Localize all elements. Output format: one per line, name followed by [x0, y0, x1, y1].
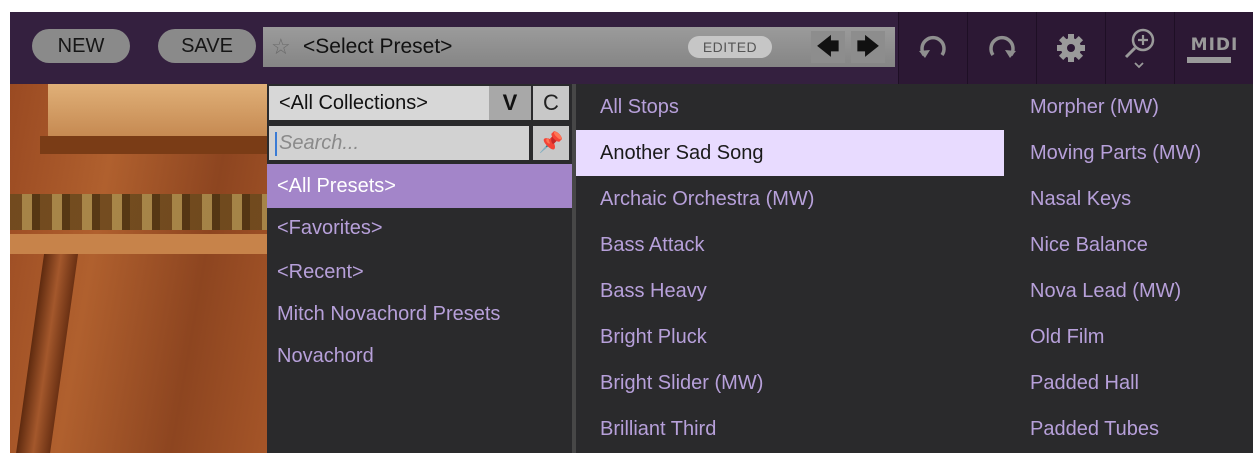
collections-panel: <All Collections> V C 📌 <All Presets> <F…	[267, 84, 572, 453]
preset-item[interactable]: Nice Balance	[1006, 222, 1253, 268]
toolbar: NEW SAVE ☆ <Select Preset> EDITED 🡄 🡆 MI…	[10, 12, 1253, 84]
preset-item[interactable]: Padded Tubes	[1006, 406, 1253, 452]
preset-item[interactable]: Moving Parts (MW)	[1006, 130, 1253, 176]
zoom-icon	[1124, 28, 1155, 69]
arrow-right-icon[interactable]: 🡆	[851, 31, 885, 63]
preset-item[interactable]: Old Film	[1006, 314, 1253, 360]
text-cursor	[275, 132, 277, 156]
collection-item-favorites[interactable]: <Favorites>	[267, 206, 572, 250]
preset-item[interactable]: All Stops	[576, 84, 1004, 130]
collection-item-mitch-novachord-presets[interactable]: Mitch Novachord Presets	[267, 292, 572, 336]
edited-badge: EDITED	[688, 36, 772, 58]
preset-item[interactable]: Bass Heavy	[576, 268, 1004, 314]
zoom-button[interactable]	[1105, 12, 1174, 84]
redo-button[interactable]	[967, 12, 1036, 84]
redo-icon	[989, 35, 1016, 58]
collection-select[interactable]: <All Collections>	[269, 86, 489, 120]
refresh-icon[interactable]: C	[533, 86, 569, 120]
preset-item[interactable]: Nasal Keys	[1006, 176, 1253, 222]
collection-item-novachord[interactable]: Novachord	[267, 334, 572, 378]
collection-item-all-presets[interactable]: <All Presets>	[267, 164, 572, 208]
preset-item-selected[interactable]: Another Sad Song	[576, 130, 1004, 176]
preset-item[interactable]: Brilliant Third	[576, 406, 1004, 452]
gear-icon	[1057, 34, 1085, 62]
undo-button[interactable]	[898, 12, 967, 84]
save-button[interactable]: SAVE	[158, 29, 256, 63]
preset-item[interactable]: Bright Slider (MW)	[576, 360, 1004, 406]
instrument-image	[10, 84, 267, 453]
midi-bar	[1187, 57, 1231, 63]
chevron-down-icon[interactable]: V	[489, 86, 531, 120]
preset-item[interactable]: Bright Pluck	[576, 314, 1004, 360]
preset-item[interactable]: Nova Lead (MW)	[1006, 268, 1253, 314]
preset-selector[interactable]: ☆ <Select Preset> EDITED 🡄 🡆	[263, 27, 895, 67]
undo-icon	[919, 35, 946, 58]
star-icon[interactable]: ☆	[271, 34, 291, 60]
preset-item[interactable]: Padded Hall	[1006, 360, 1253, 406]
preset-item[interactable]: Archaic Orchestra (MW)	[576, 176, 1004, 222]
preset-item[interactable]: Morpher (MW)	[1006, 84, 1253, 130]
preset-name[interactable]: <Select Preset>	[303, 27, 452, 67]
pin-icon[interactable]: 📌	[533, 126, 569, 160]
midi-icon: MIDI	[1190, 35, 1239, 55]
arrow-left-icon[interactable]: 🡄	[811, 31, 845, 63]
preset-item[interactable]: Bass Attack	[576, 222, 1004, 268]
settings-button[interactable]	[1036, 12, 1105, 84]
new-button[interactable]: NEW	[32, 29, 130, 63]
plugin-window: NEW SAVE ☆ <Select Preset> EDITED 🡄 🡆 MI…	[10, 12, 1253, 453]
collection-item-recent[interactable]: <Recent>	[267, 250, 572, 294]
midi-button[interactable]: MIDI	[1174, 12, 1253, 84]
preset-list: All Stops Another Sad Song Archaic Orche…	[576, 84, 1253, 453]
search-input[interactable]	[269, 126, 529, 160]
